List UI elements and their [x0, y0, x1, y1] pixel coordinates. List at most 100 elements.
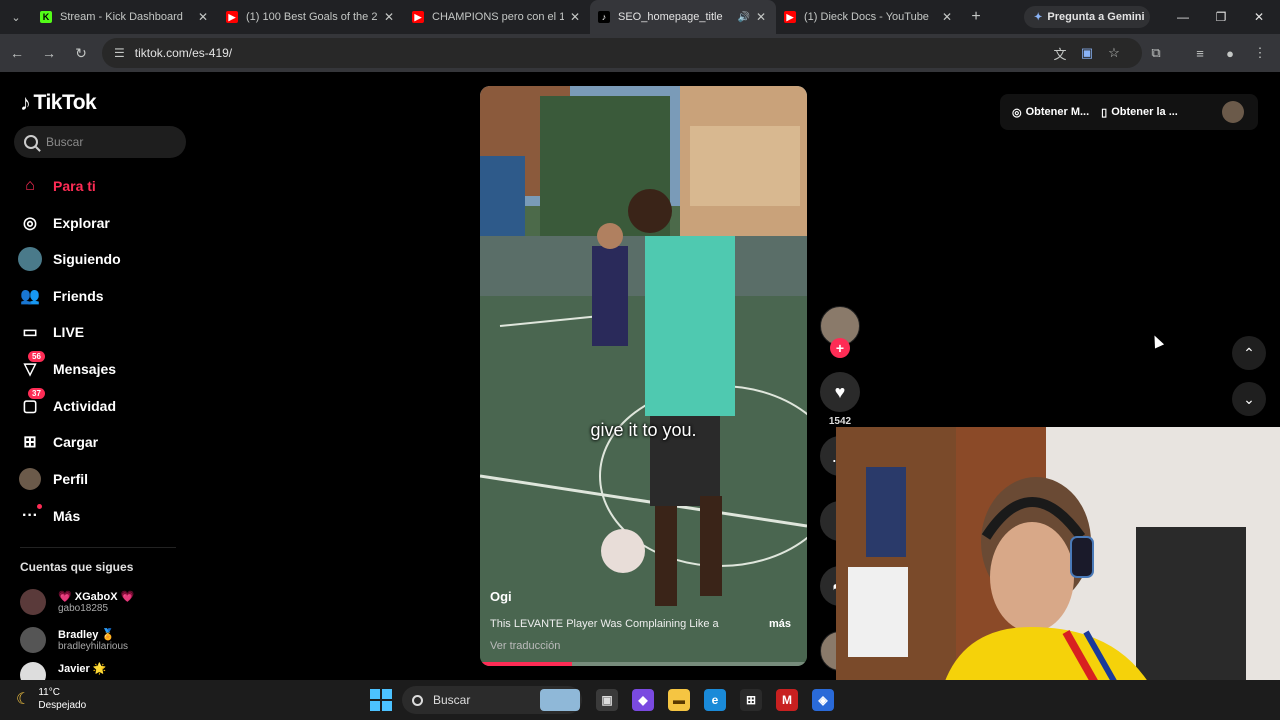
file-explorer-icon[interactable]: ▬ [668, 689, 690, 711]
phone-icon: ▯ [1101, 106, 1108, 119]
follow-plus-icon[interactable]: + [830, 338, 850, 358]
nav-label: Mensajes [53, 361, 117, 377]
restore-icon[interactable]: ❐ [1202, 0, 1240, 34]
nav-item-mensajes[interactable]: ▽ 56 Mensajes [18, 351, 117, 383]
address-bar[interactable]: ☰ tiktok.com/es-419/ [102, 38, 1142, 68]
video-progress-fill [480, 662, 572, 666]
avatar [20, 627, 46, 653]
nav-item-siguiendo[interactable]: Siguiendo [18, 245, 121, 273]
search-highlight-icon[interactable] [540, 689, 580, 711]
search-box[interactable] [14, 126, 186, 158]
browser-tab[interactable]: ▶ (1) 100 Best Goals of the 20 ✕ [218, 0, 404, 34]
description-more-link[interactable]: más [769, 618, 791, 630]
browser-tab[interactable]: K Stream - Kick Dashboard ✕ [32, 0, 218, 34]
weather-temperature: 11°C [38, 687, 60, 698]
close-tab-icon[interactable]: ✕ [196, 10, 210, 24]
media-control-icon[interactable]: ≡ [1190, 43, 1210, 63]
close-tab-icon[interactable]: ✕ [754, 10, 768, 24]
browser-tab[interactable]: ▶ CHAMPIONS pero con el 11 ✕ [404, 0, 590, 34]
upload-icon: ⊞ [23, 434, 37, 451]
video-description: This LEVANTE Player Was Complaining Like… [490, 618, 719, 630]
next-video-chevron-down-icon[interactable]: ⌄ [1232, 382, 1266, 416]
nav-label: LIVE [53, 324, 85, 340]
speaker-icon[interactable]: 🔊 [738, 12, 750, 23]
close-tab-icon[interactable]: ✕ [382, 10, 396, 24]
browser-tab[interactable]: ▶ (1) Dieck Docs - YouTube ✕ [776, 0, 962, 34]
nav-item-cargar[interactable]: ⊞ Cargar [18, 428, 98, 456]
nav-item-live[interactable]: ▭ LIVE [18, 318, 84, 346]
search-icon [24, 135, 38, 149]
nav-item-explorar[interactable]: ◎ Explorar [18, 209, 110, 237]
site-info-icon[interactable]: ☰ [114, 46, 125, 60]
avatar [20, 589, 46, 615]
translate-icon[interactable]: 文 [1050, 43, 1070, 63]
tiktok-logo[interactable]: ♪ TikTok [20, 90, 97, 116]
close-tab-icon[interactable]: ✕ [940, 10, 954, 24]
app-icon[interactable]: ◈ [812, 689, 834, 711]
following-account[interactable]: Javier 🌟 [20, 662, 107, 680]
tiktok-icon: ♪ [598, 11, 610, 23]
reload-icon[interactable]: ↻ [66, 38, 96, 68]
like-heart-icon[interactable]: ♥ [820, 372, 860, 412]
kebab-menu-icon[interactable]: ⋮ [1250, 43, 1270, 63]
browser-toolbar: ← → ↻ ☰ tiktok.com/es-419/ 文 ▣ ☆ ⧉ ≡ ● ⋮ [0, 34, 1280, 72]
messages-badge: 56 [28, 351, 45, 362]
tiktok-note-icon: ♪ [20, 90, 31, 115]
get-coins-button[interactable]: ◎ Obtener M... [1012, 106, 1089, 119]
windows-start-icon[interactable] [370, 689, 392, 711]
task-view-icon[interactable]: ▣ [596, 689, 618, 711]
messages-icon: ▽ 56 [18, 351, 45, 381]
nav-item-friends[interactable]: 👥 Friends [18, 282, 104, 310]
close-tab-icon[interactable]: ✕ [568, 10, 582, 24]
extensions-icon[interactable]: ⧉ [1146, 43, 1166, 63]
video-frame-image [480, 86, 807, 666]
browser-tab-strip: ⌄ K Stream - Kick Dashboard ✕ ▶ (1) 100 … [0, 0, 1280, 34]
copilot-icon[interactable]: ◆ [632, 689, 654, 711]
account-name: Bradley 🏅 [58, 629, 116, 641]
weather-widget[interactable]: ☾ 11°C Despejado [16, 686, 86, 712]
new-tab-button[interactable]: + [962, 8, 990, 26]
following-account[interactable]: Bradley 🏅 bradleyhilarious [20, 624, 128, 656]
nav-item-mas[interactable]: ··· Más [18, 502, 80, 530]
bookmark-star-icon[interactable]: ☆ [1104, 43, 1124, 63]
nav-label: Más [53, 508, 81, 524]
tab-title: CHAMPIONS pero con el 11 [432, 11, 564, 23]
ask-gemini-button[interactable]: ✦ Pregunta a Gemini [1024, 6, 1150, 28]
mcafee-shield-icon[interactable]: M [776, 689, 798, 711]
user-avatar[interactable] [1222, 101, 1244, 123]
get-coins-label: Obtener M... [1025, 106, 1090, 118]
nav-label: Perfil [53, 471, 89, 487]
video-author[interactable]: Ogi [490, 589, 512, 604]
video-player[interactable]: give it to you. Ogi This LEVANTE Player … [480, 86, 807, 666]
search-input[interactable] [46, 135, 166, 149]
following-account[interactable]: 💗 XGaboX 💗 gabo18285 [20, 586, 134, 618]
video-progress-bar[interactable] [480, 662, 807, 666]
account-username: bradleyhilarious [58, 641, 129, 652]
edge-browser-icon[interactable]: e [704, 689, 726, 711]
browser-tab-active[interactable]: ♪ SEO_homepage_title 🔊 ✕ [590, 0, 776, 34]
forward-icon[interactable]: → [34, 38, 64, 68]
url-text: tiktok.com/es-419/ [134, 46, 233, 60]
microsoft-store-icon[interactable]: ⊞ [740, 689, 762, 711]
get-app-button[interactable]: ▯ Obtener la ... [1101, 106, 1178, 119]
cast-icon[interactable]: ▣ [1077, 43, 1097, 63]
nav-label: Friends [53, 288, 104, 304]
minimize-icon[interactable]: — [1164, 0, 1202, 34]
following-section-title: Cuentas que sigues [20, 560, 134, 574]
nav-label: Explorar [53, 215, 110, 231]
nav-item-actividad[interactable]: ▢ 37 Actividad [18, 388, 116, 420]
tab-title: SEO_homepage_title [618, 11, 723, 23]
see-translation-link[interactable]: Ver traducción [490, 640, 560, 652]
search-icon [412, 694, 423, 706]
close-window-icon[interactable]: ✕ [1240, 0, 1278, 34]
youtube-icon: ▶ [412, 11, 424, 23]
profile-avatar-icon[interactable]: ● [1220, 43, 1240, 63]
tab-search-chevron-icon[interactable]: ⌄ [0, 0, 32, 34]
nav-item-perfil[interactable]: Perfil [18, 465, 88, 493]
previous-video-chevron-up-icon[interactable]: ⌃ [1232, 336, 1266, 370]
gemini-label: Pregunta a Gemini [1047, 11, 1145, 23]
youtube-icon: ▶ [784, 11, 796, 23]
nav-item-para-ti[interactable]: ⌂ Para ti [18, 172, 96, 200]
back-icon[interactable]: ← [2, 38, 32, 68]
home-icon: ⌂ [25, 177, 35, 194]
